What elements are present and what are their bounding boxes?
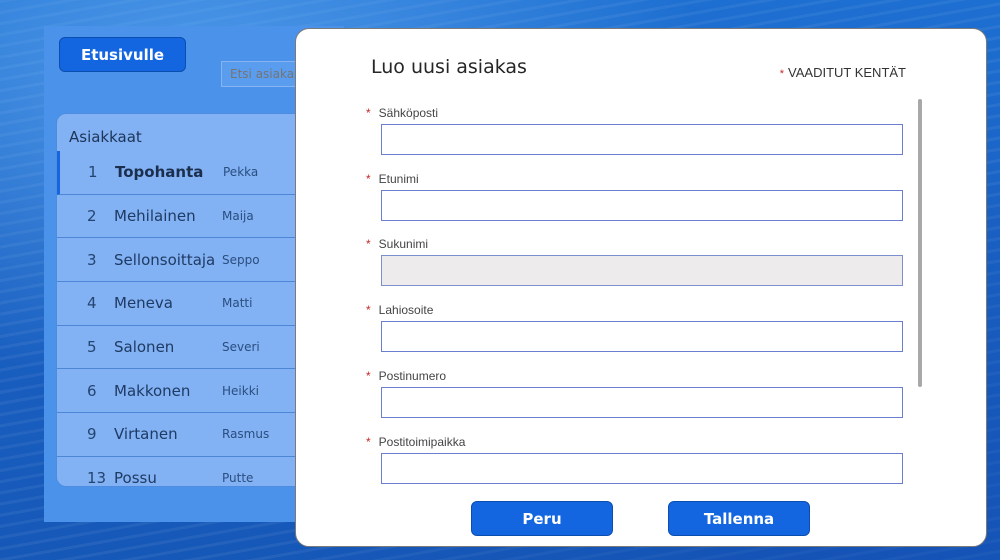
lastname-field: [381, 255, 903, 286]
list-item[interactable]: 9 Virtanen Rasmus: [57, 413, 315, 457]
required-fields-legend: * VAADITUT KENTÄT: [780, 65, 906, 80]
customer-firstname: Heikki: [222, 383, 259, 398]
customer-surname: Salonen: [114, 338, 175, 357]
save-button[interactable]: Tallenna: [668, 501, 810, 536]
required-star-icon: *: [366, 106, 371, 120]
customer-surname: Sellonsoittaja: [114, 250, 216, 269]
city-field[interactable]: [381, 453, 903, 484]
city-label: * Postitoimipaikka: [366, 435, 466, 449]
customer-firstname: Rasmus: [222, 427, 270, 442]
street-address-label: * Lahiosoite: [366, 303, 434, 317]
firstname-label: * Etunimi: [366, 172, 419, 186]
customer-list-panel: Asiakkaat 1 Topohanta Pekka 2 Mehilainen…: [56, 113, 316, 487]
customer-surname: Mehilainen: [114, 207, 196, 226]
customer-number: 6: [87, 381, 97, 400]
customer-number: 2: [87, 207, 97, 226]
customer-number: 5: [87, 338, 97, 357]
required-star-icon: *: [366, 303, 371, 317]
lastname-label: * Sukunimi: [366, 237, 429, 251]
required-star-icon: *: [779, 68, 785, 80]
postal-code-label: * Postinumero: [366, 369, 447, 383]
customer-number: 13: [87, 469, 107, 487]
list-item[interactable]: 2 Mehilainen Maija: [57, 195, 315, 239]
customer-firstname: Severi: [222, 340, 260, 355]
form-scrollbar[interactable]: [918, 99, 922, 387]
list-item[interactable]: 6 Makkonen Heikki: [57, 369, 315, 414]
customer-surname: Topohanta: [115, 163, 204, 182]
street-address-field[interactable]: [381, 321, 903, 352]
required-star-icon: *: [366, 369, 371, 383]
customer-list[interactable]: 1 Topohanta Pekka 2 Mehilainen Maija 3 S…: [57, 151, 315, 487]
list-item[interactable]: 1 Topohanta Pekka: [57, 151, 315, 195]
firstname-field[interactable]: [381, 190, 903, 221]
email-label: * Sähköposti: [366, 106, 439, 120]
customer-surname: Possu: [114, 469, 157, 487]
customer-number: 3: [87, 250, 97, 269]
customer-list-title: Asiakkaat: [69, 128, 142, 146]
customer-number: 9: [87, 425, 97, 444]
required-star-icon: *: [366, 172, 371, 186]
new-customer-dialog: Luo uusi asiakas * VAADITUT KENTÄT * Sähkö…: [295, 28, 987, 547]
required-star-icon: *: [366, 435, 371, 449]
home-button[interactable]: Etusivulle: [59, 37, 186, 72]
required-star-icon: *: [366, 237, 371, 251]
required-legend-text: VAADITUT KENTÄT: [788, 65, 906, 80]
list-item[interactable]: 4 Meneva Matti: [57, 282, 315, 326]
customer-number: 1: [88, 163, 98, 182]
customer-firstname: Matti: [222, 296, 253, 311]
customer-surname: Meneva: [114, 294, 173, 313]
customer-surname: Virtanen: [114, 425, 178, 444]
postal-code-field[interactable]: [381, 387, 903, 418]
dialog-title: Luo uusi asiakas: [371, 56, 527, 78]
email-field[interactable]: [381, 124, 903, 155]
customer-firstname: Maija: [222, 209, 254, 224]
list-item[interactable]: 3 Sellonsoittaja Seppo: [57, 238, 315, 283]
customer-firstname: Seppo: [222, 252, 260, 267]
customer-surname: Makkonen: [114, 381, 191, 400]
cancel-button[interactable]: Peru: [471, 501, 613, 536]
customer-firstname: Pekka: [223, 165, 259, 180]
customer-number: 4: [87, 294, 97, 313]
list-item[interactable]: 13 Possu Putte: [57, 457, 315, 487]
customer-firstname: Putte: [222, 471, 254, 486]
list-item[interactable]: 5 Salonen Severi: [57, 326, 315, 370]
